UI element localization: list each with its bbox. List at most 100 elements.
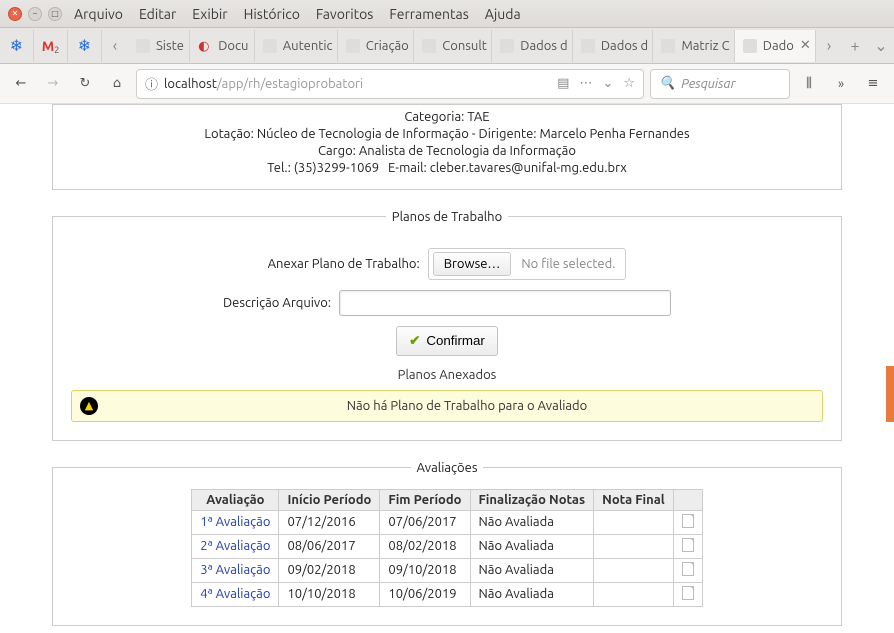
- table-row: 4ª Avaliação10/10/201810/06/2019Não Aval…: [192, 582, 702, 606]
- page-viewport: Categoria: TAE Lotação: Núcleo de Tecnol…: [0, 104, 894, 633]
- library-button[interactable]: ⫼: [796, 71, 822, 97]
- cell: [673, 582, 702, 606]
- forward-button[interactable]: →: [40, 71, 66, 97]
- categoria-value: TAE: [467, 110, 489, 124]
- tabs-scroll-left[interactable]: ‹: [102, 37, 128, 55]
- col-header: Finalização Notas: [470, 489, 594, 510]
- col-header: Fim Período: [380, 489, 470, 510]
- menu-button[interactable]: ≡: [860, 71, 886, 97]
- pinned-tab-gmail[interactable]: M2: [34, 30, 68, 62]
- reload-button[interactable]: ↻: [72, 71, 98, 97]
- tab-label: Criação: [366, 39, 409, 53]
- scroll-accent: [886, 366, 894, 422]
- cell: 09/10/2018: [380, 558, 470, 582]
- menu-favoritos[interactable]: Favoritos: [316, 6, 373, 22]
- address-bar[interactable]: ⓘ localhost/app/rh/estagioprobatori ▤ ⋯ …: [136, 69, 644, 99]
- window-minimize-button[interactable]: –: [28, 7, 42, 21]
- avaliacao-link[interactable]: 3ª Avaliação: [200, 563, 270, 577]
- tabs-dropdown[interactable]: ⌄: [868, 36, 894, 55]
- favicon-icon: [136, 39, 150, 53]
- tab-0[interactable]: Siste: [128, 30, 190, 62]
- url-path: /app/rh/estagioprobatori: [217, 77, 363, 91]
- tab-label: Dado: [763, 39, 794, 53]
- back-button[interactable]: ←: [8, 71, 34, 97]
- tel-value: (35)3299-1069: [294, 161, 379, 175]
- avaliacao-link[interactable]: 2ª Avaliação: [200, 539, 270, 553]
- menu-ajuda[interactable]: Ajuda: [485, 6, 521, 22]
- tab-1[interactable]: ◐Docu: [190, 30, 254, 62]
- menu-editar[interactable]: Editar: [139, 6, 176, 22]
- chevron-right-icon: ›: [827, 37, 832, 55]
- tab-8[interactable]: Dado ✕: [735, 30, 816, 62]
- window-close-button[interactable]: ✕: [8, 7, 22, 21]
- window-titlebar: ✕ – □ Arquivo Editar Exibir Histórico Favori…: [0, 0, 894, 28]
- planos-fieldset: Planos de Trabalho Anexar Plano de Traba…: [52, 210, 842, 441]
- new-tab-button[interactable]: +: [842, 37, 868, 55]
- tab-label: Matriz C: [681, 39, 729, 53]
- address-actions: ▤ ⋯ ⌄ ☆: [557, 76, 635, 91]
- cell: 09/02/2018: [279, 558, 380, 582]
- cargo-value: Analista de Tecnologia da Informação: [359, 144, 576, 158]
- tab-7[interactable]: Matriz C: [653, 30, 734, 62]
- col-header: [673, 489, 702, 510]
- tab-4[interactable]: Consult: [414, 30, 492, 62]
- check-icon: ✔: [409, 333, 420, 349]
- col-header: Nota Final: [594, 489, 674, 510]
- cell: 08/02/2018: [380, 534, 470, 558]
- hamburger-icon: ≡: [868, 76, 879, 91]
- descricao-label: Descrição Arquivo:: [223, 296, 331, 310]
- tab-3[interactable]: Criação: [338, 30, 415, 62]
- pinned-tab-1[interactable]: ❄: [0, 30, 34, 62]
- reader-icon[interactable]: ▤: [557, 76, 569, 91]
- tab-label: Siste: [156, 39, 184, 53]
- star-icon[interactable]: ☆: [623, 76, 635, 91]
- tabs-scroll-right[interactable]: ›: [816, 37, 842, 55]
- document-icon[interactable]: [682, 538, 694, 552]
- document-icon[interactable]: [682, 562, 694, 576]
- cell: 2ª Avaliação: [192, 534, 279, 558]
- pocket-icon[interactable]: ⌄: [602, 76, 613, 91]
- tab-5[interactable]: Dados d: [492, 30, 573, 62]
- more-icon[interactable]: ⋯: [579, 76, 592, 91]
- avaliacoes-fieldset: Avaliações AvaliaçãoInício PeríodoFim Pe…: [52, 461, 842, 626]
- plus-icon: +: [850, 37, 859, 55]
- tab-label: Dados d: [601, 39, 648, 53]
- file-input[interactable]: Browse… No file selected.: [428, 248, 627, 280]
- overflow-button[interactable]: »: [828, 71, 854, 97]
- tab-6[interactable]: Dados d: [573, 30, 654, 62]
- search-bar[interactable]: 🔍 Pesquisar: [650, 69, 790, 99]
- home-button[interactable]: ⌂: [104, 71, 130, 97]
- document-icon[interactable]: [682, 514, 694, 528]
- menu-histórico[interactable]: Histórico: [244, 6, 300, 22]
- avaliacao-link[interactable]: 1ª Avaliação: [200, 515, 270, 529]
- document-icon[interactable]: [682, 586, 694, 600]
- arrow-left-icon: ←: [16, 76, 27, 91]
- menu-ferramentas[interactable]: Ferramentas: [389, 6, 468, 22]
- url-host: localhost: [164, 77, 217, 91]
- cell: 4ª Avaliação: [192, 582, 279, 606]
- tab-2[interactable]: Autentic: [255, 30, 338, 62]
- arrow-right-icon: →: [48, 76, 59, 91]
- cell: 07/06/2017: [380, 510, 470, 534]
- menu-arquivo[interactable]: Arquivo: [74, 6, 123, 22]
- cell: 08/06/2017: [279, 534, 380, 558]
- snowflake-icon: ❄: [78, 36, 91, 55]
- search-placeholder: Pesquisar: [681, 77, 735, 91]
- confirmar-button[interactable]: ✔Confirmar: [396, 326, 498, 356]
- email-value: cleber.tavares@unifal-mg.edu.brx: [430, 161, 627, 175]
- pinned-tab-3[interactable]: ❄: [68, 30, 102, 62]
- window-maximize-button[interactable]: □: [48, 7, 62, 21]
- tel-label: Tel.:: [267, 161, 291, 175]
- col-header: Início Período: [279, 489, 380, 510]
- tab-close-icon[interactable]: ✕: [800, 38, 811, 53]
- menu-exibir[interactable]: Exibir: [192, 6, 227, 22]
- tab-label: Dados d: [520, 39, 567, 53]
- descricao-input[interactable]: [339, 290, 671, 316]
- avaliacao-link[interactable]: 4ª Avaliação: [200, 587, 270, 601]
- table-row: 2ª Avaliação08/06/201708/02/2018Não Aval…: [192, 534, 702, 558]
- tab-label: Autentic: [283, 39, 333, 53]
- col-header: Avaliação: [192, 489, 279, 510]
- table-row: 1ª Avaliação07/12/201607/06/2017Não Aval…: [192, 510, 702, 534]
- search-icon: 🔍: [659, 76, 675, 91]
- browse-button[interactable]: Browse…: [433, 252, 512, 276]
